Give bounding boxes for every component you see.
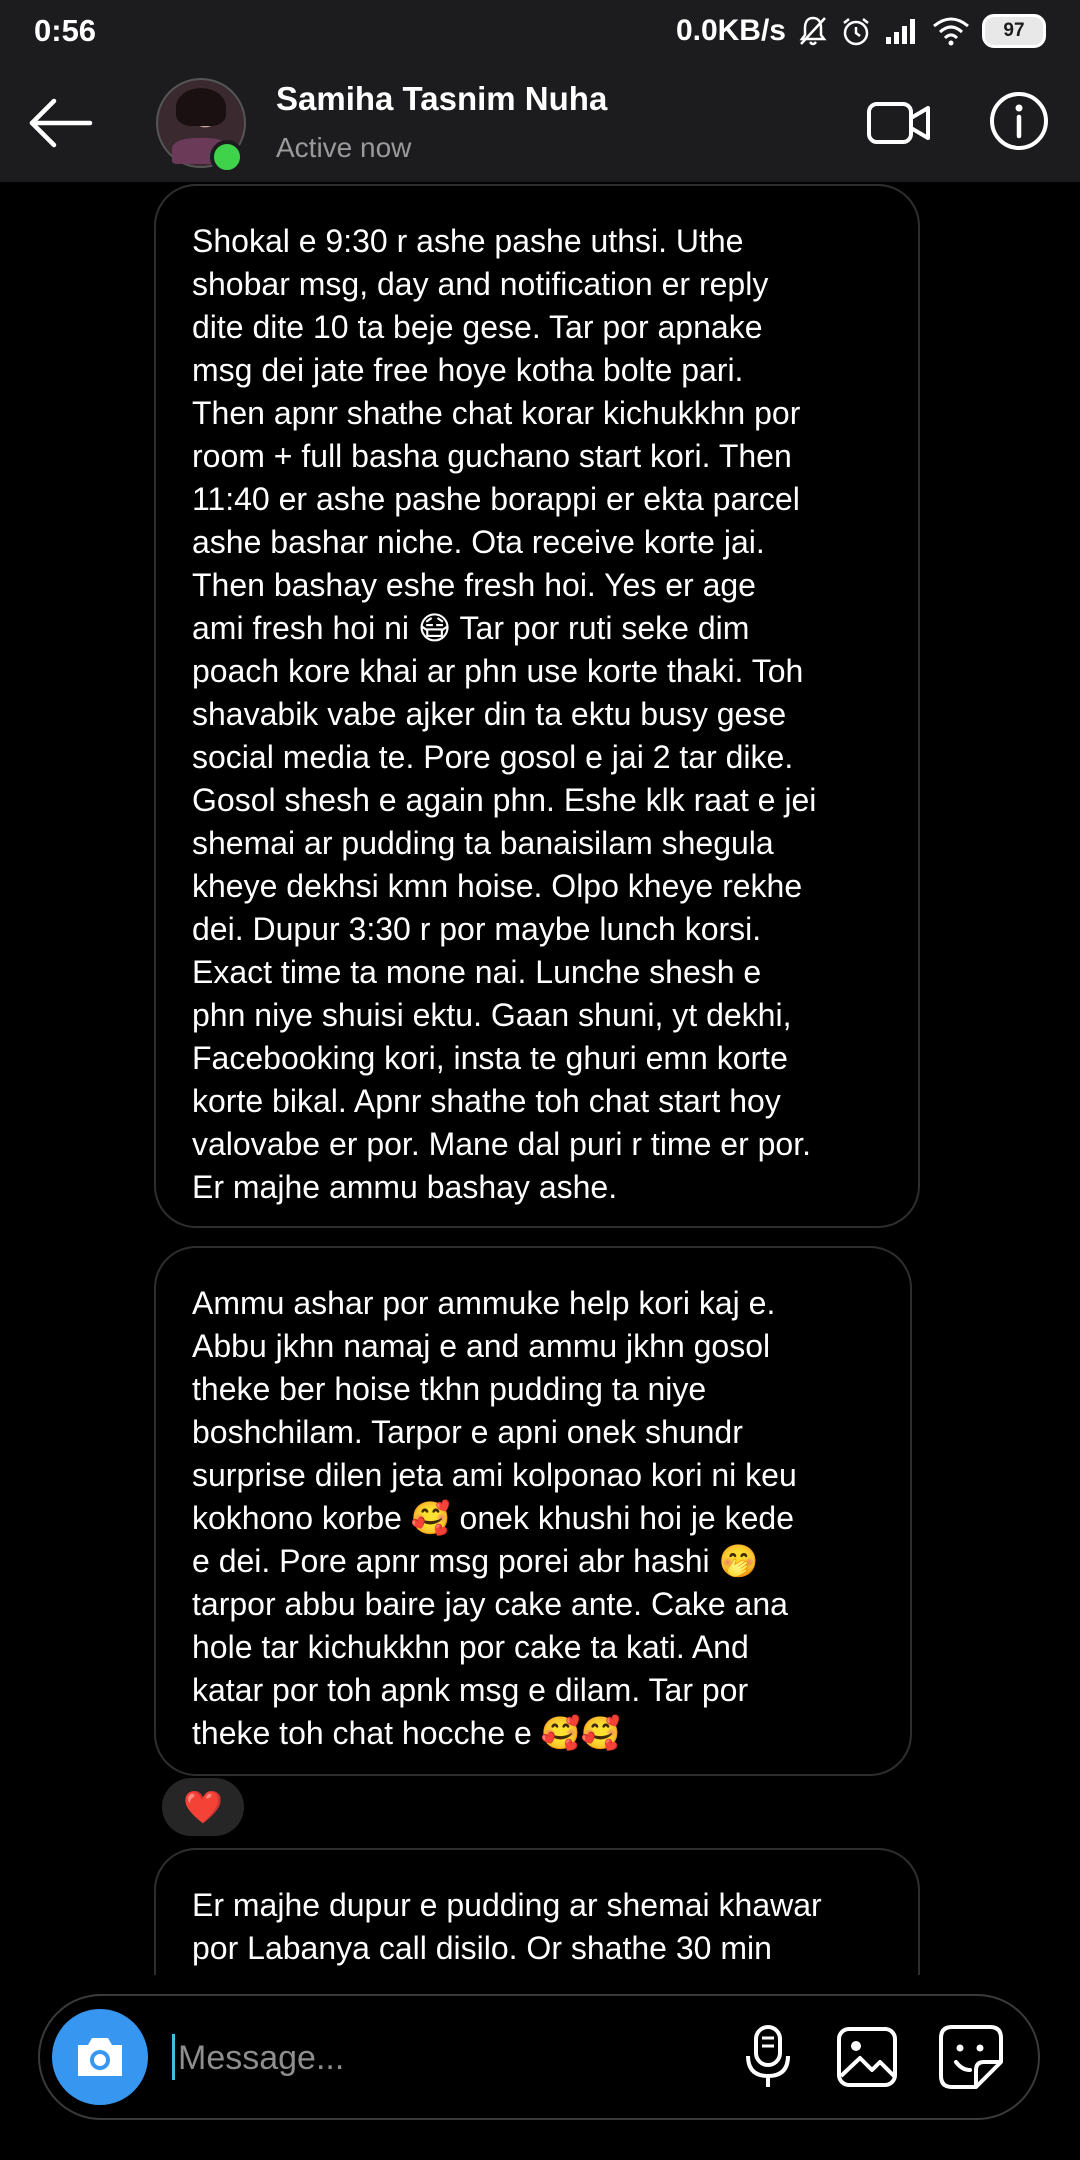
contact-name[interactable]: Samiha Tasnim Nuha [276, 80, 607, 118]
status-time: 0:56 [34, 13, 97, 48]
message-list[interactable]: Shokal e 9:30 r ashe pashe uthsi. Uthe s… [0, 182, 1080, 1975]
avatar-hair [176, 88, 226, 126]
sticker-icon[interactable] [938, 2024, 1004, 2090]
message-input[interactable] [176, 2028, 740, 2088]
alarm-icon [843, 18, 869, 46]
chat-header: Samiha Tasnim Nuha Active now [0, 62, 1080, 182]
text-cursor [172, 2034, 175, 2080]
camera-button[interactable] [52, 2009, 148, 2105]
status-icons: 0.0KB/s 97 [676, 14, 1046, 48]
network-speed: 0.0KB/s [675, 14, 786, 47]
camera-icon [78, 2038, 122, 2076]
signal-icon [886, 19, 915, 44]
microphone-icon[interactable] [740, 2024, 796, 2090]
mute-bell-icon [799, 16, 827, 46]
message-bubble[interactable]: Shokal e 9:30 r ashe pashe uthsi. Uthe s… [154, 184, 920, 1228]
status-bar: 0:56 0.0KB/s 97 [0, 0, 1080, 62]
info-icon[interactable] [988, 90, 1050, 152]
heart-reaction[interactable]: ❤️ [162, 1778, 244, 1836]
message-composer [38, 1994, 1040, 2120]
online-indicator [210, 140, 244, 174]
contact-status: Active now [276, 132, 412, 163]
message-bubble[interactable]: Ammu ashar por ammuke help kori kaj e. A… [154, 1246, 912, 1776]
back-arrow-icon[interactable] [28, 96, 94, 150]
gallery-icon[interactable] [836, 2026, 898, 2088]
message-bubble[interactable]: Er majhe dupur e pudding ar shemai khawa… [154, 1848, 920, 1975]
wifi-icon [933, 17, 969, 46]
video-call-icon[interactable] [866, 98, 932, 148]
battery-icon: 97 [982, 14, 1046, 48]
